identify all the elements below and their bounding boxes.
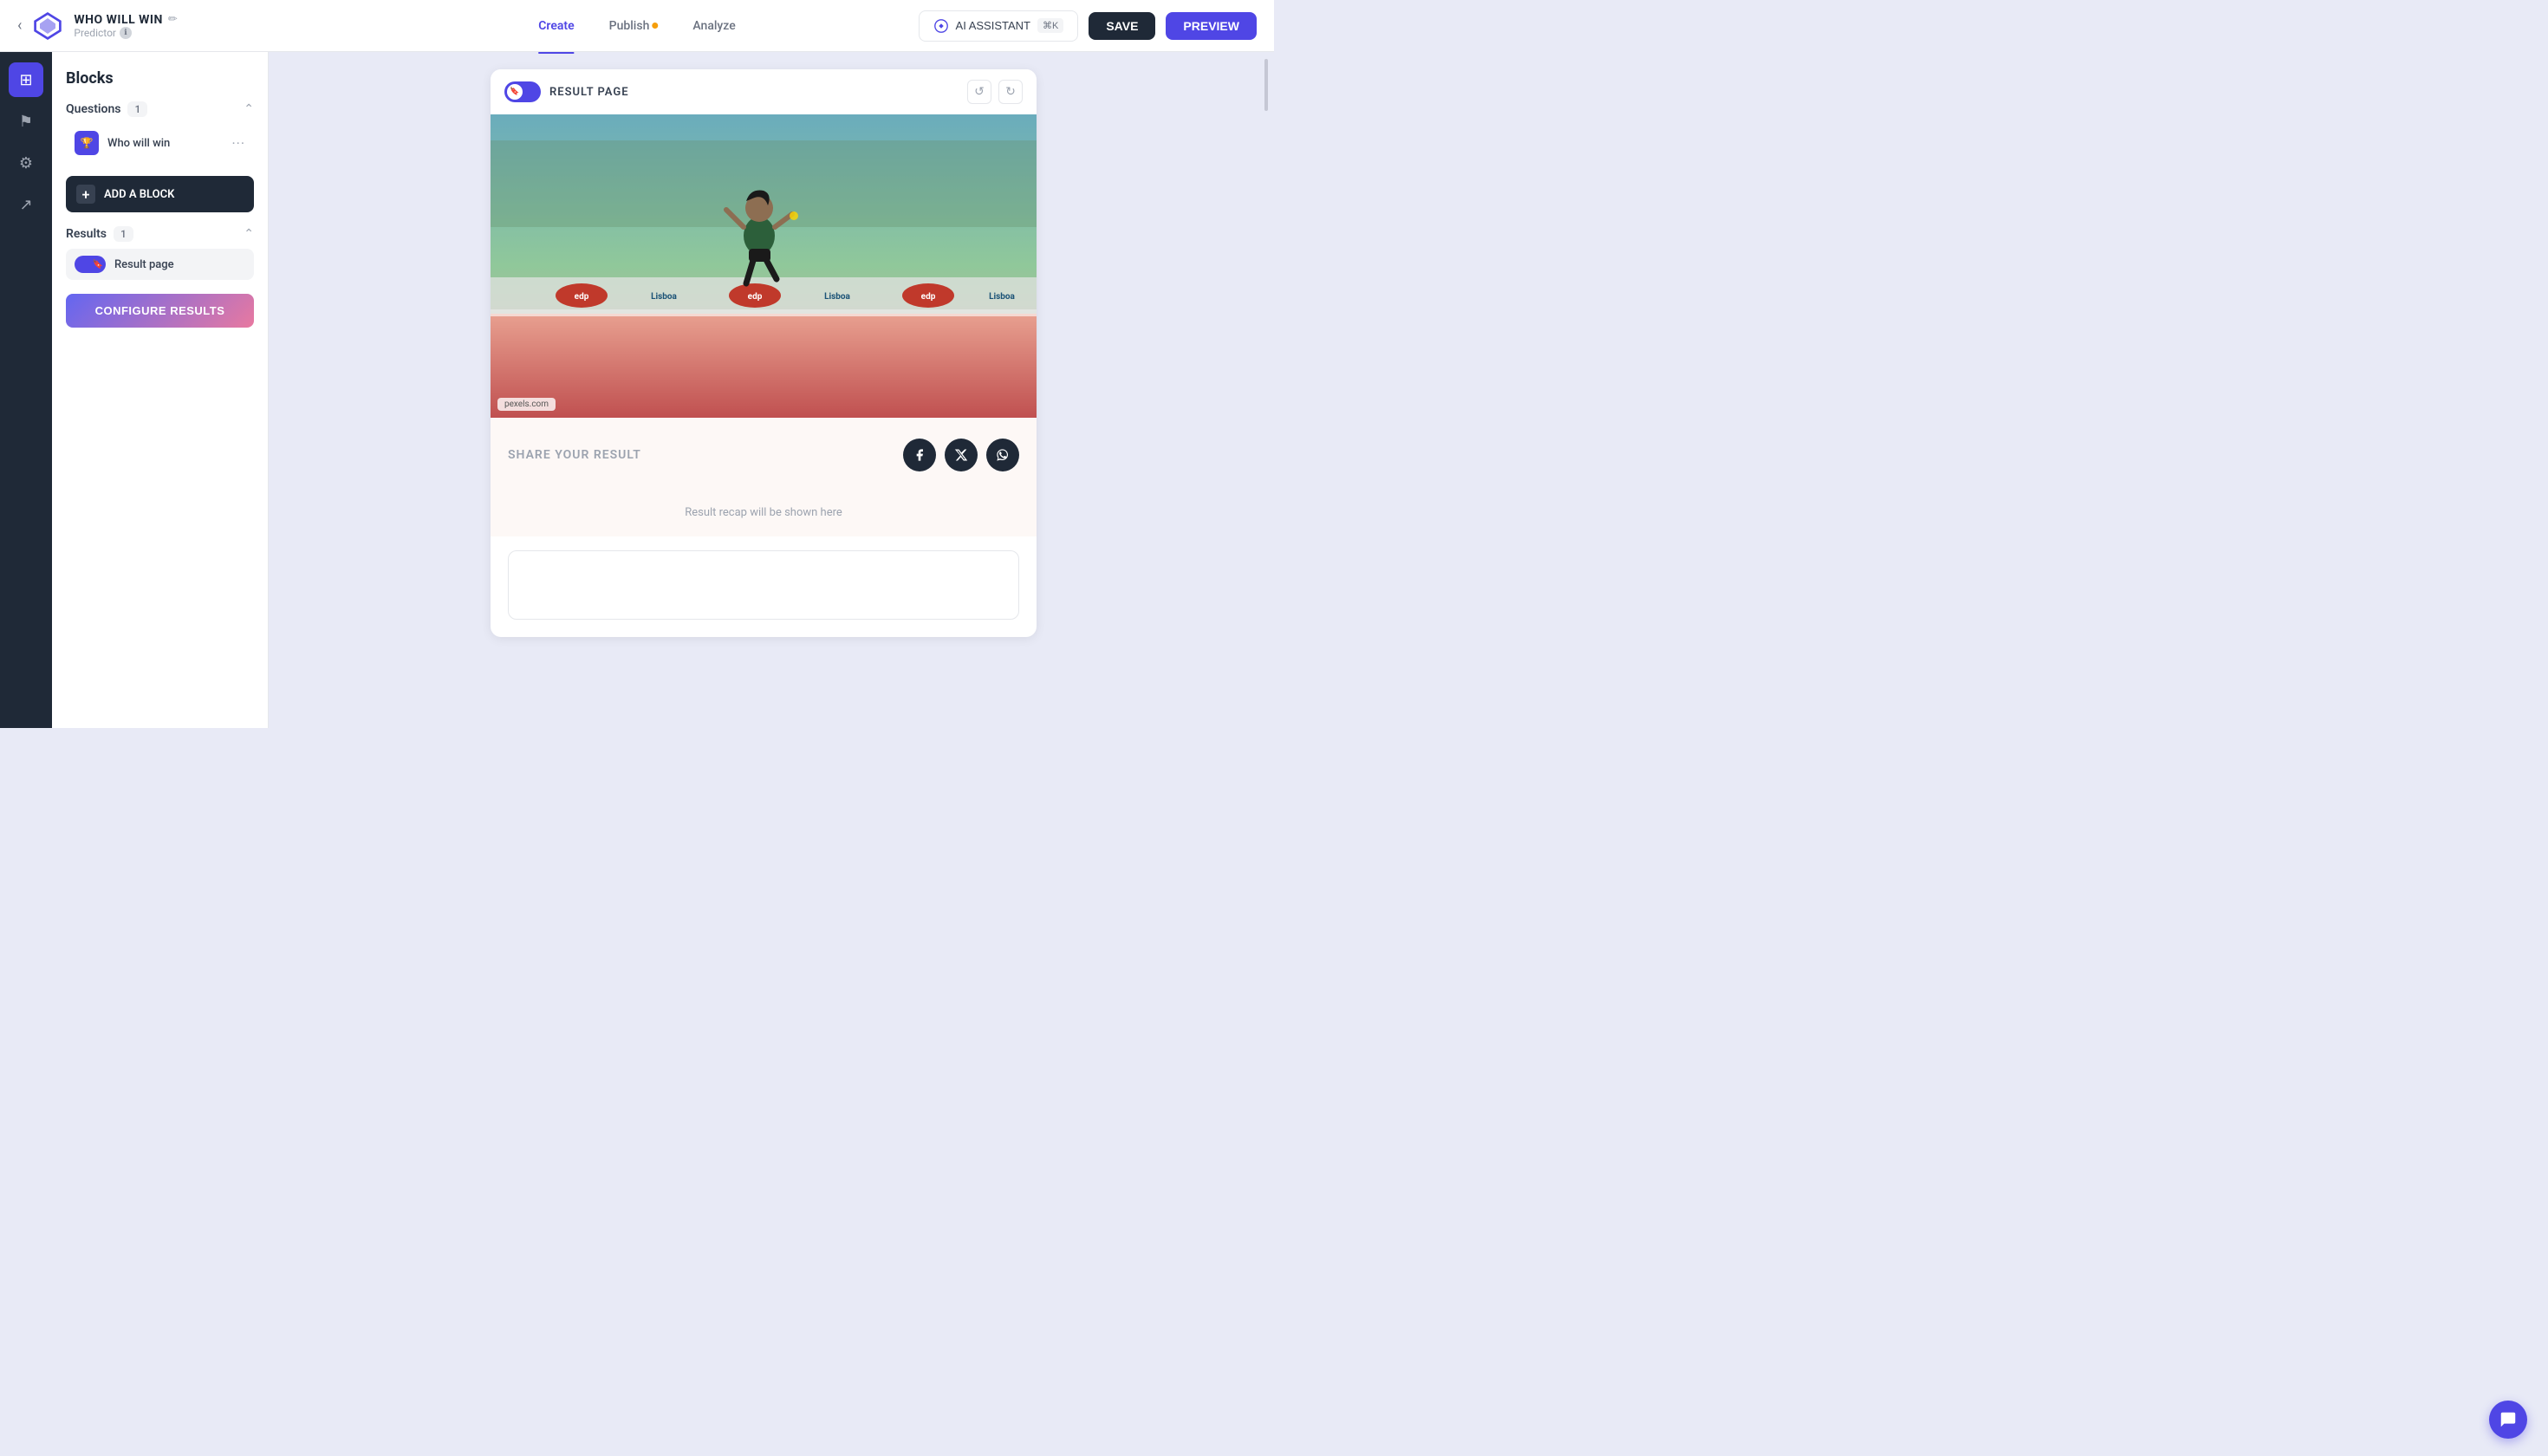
question-trophy-icon: 🏆 [75,131,99,155]
redo-button[interactable]: ↻ [998,80,1023,104]
panel-title: Blocks [66,69,254,88]
sidebar-icon-blocks[interactable]: ⊞ [9,62,43,97]
share-icons [903,439,1019,471]
logo-icon [32,10,63,42]
toggle-knob [507,84,523,100]
questions-section-header: Questions 1 ⌃ [66,101,254,117]
header-left: ‹ WHO WILL WIN ✏ Predictor ℹ [17,10,919,42]
preview-button[interactable]: PREVIEW [1166,12,1257,40]
publish-badge [652,23,658,29]
ai-assistant-button[interactable]: AI ASSISTANT ⌘K [919,10,1079,42]
edit-title-icon[interactable]: ✏ [168,13,178,26]
blocks-icon: ⊞ [19,71,32,89]
result-page-toggle[interactable] [504,81,541,102]
ai-assistant-icon [933,18,949,34]
nav-create[interactable]: Create [538,16,574,36]
hero-image: edp Lisboa edp Lisboa edp Lisboa [491,114,1037,418]
facebook-share-button[interactable] [903,439,936,471]
ai-kbd: ⌘K [1037,18,1063,33]
canvas-area: RESULT PAGE ↺ ↻ [269,52,1258,728]
undo-button[interactable]: ↺ [967,80,991,104]
share-section: SHARE YOUR RESULT [491,418,1037,485]
back-button[interactable]: ‹ [17,16,22,35]
right-sidebar [1258,52,1274,728]
questions-section: Questions 1 ⌃ 🏆 Who will win ··· [66,101,254,162]
scrollbar-track[interactable] [1264,59,1268,111]
result-card: RESULT PAGE ↺ ↻ [491,69,1037,637]
questions-collapse-icon[interactable]: ⌃ [244,102,254,116]
sidebar-icon-flag[interactable]: ⚑ [9,104,43,139]
svg-text:edp: edp [575,292,589,302]
pexels-badge: pexels.com [497,398,556,411]
project-subtitle: Predictor ℹ [74,27,177,39]
header-nav: Create Publish Analyze [538,16,735,36]
share-icon: ↗ [19,196,32,214]
configure-results-button[interactable]: CONFIGURE RESULTS [66,294,254,328]
card-actions: ↺ ↻ [967,80,1023,104]
hero-svg: edp Lisboa edp Lisboa edp Lisboa [491,114,1037,418]
results-count: 1 [114,226,133,242]
info-icon[interactable]: ℹ [120,27,132,39]
svg-text:Lisboa: Lisboa [824,292,850,302]
questions-count: 1 [127,101,147,117]
settings-icon: ⚙ [19,154,33,172]
icon-sidebar: ⊞ ⚑ ⚙ ↗ [0,52,52,728]
title-row: WHO WILL WIN ✏ [74,13,177,27]
question-menu-icon[interactable]: ··· [231,135,245,152]
title-group: WHO WILL WIN ✏ Predictor ℹ [74,13,177,39]
project-title: WHO WILL WIN [74,13,162,27]
flag-icon: ⚑ [19,113,33,131]
chat-bubble-button[interactable] [2489,1401,2527,1439]
add-block-icon: + [76,185,95,204]
results-collapse-icon[interactable]: ⌃ [244,227,254,241]
x-twitter-icon [954,448,968,462]
results-section-header: Results 1 ⌃ [66,226,254,242]
nav-analyze[interactable]: Analyze [692,16,735,36]
main-layout: ⊞ ⚑ ⚙ ↗ Blocks Questions 1 ⌃ 🏆 Who wil [0,52,1274,728]
whatsapp-icon [996,448,1010,462]
results-label: Results [66,227,107,241]
header: ‹ WHO WILL WIN ✏ Predictor ℹ Create Publ… [0,0,1274,52]
result-page-label: Result page [114,258,174,271]
result-toggle[interactable]: 🔖 [75,256,106,273]
svg-text:Lisboa: Lisboa [651,292,677,302]
bookmark-icon: 🔖 [93,260,103,270]
question-label: Who will win [107,137,223,150]
sidebar-icon-settings[interactable]: ⚙ [9,146,43,180]
twitter-share-button[interactable] [945,439,978,471]
question-item-who-will-win[interactable]: 🏆 Who will win ··· [66,124,254,162]
sidebar-icon-share[interactable]: ↗ [9,187,43,222]
chat-icon [2499,1410,2518,1429]
back-icon: ‹ [17,16,22,35]
save-button[interactable]: SAVE [1089,12,1155,40]
results-section: Results 1 ⌃ 🔖 Result page [66,226,254,280]
blocks-panel: Blocks Questions 1 ⌃ 🏆 Who will win ··· … [52,52,269,728]
add-block-button[interactable]: + ADD A BLOCK [66,176,254,212]
header-right: AI ASSISTANT ⌘K SAVE PREVIEW [919,10,1257,42]
ai-btn-label: AI ASSISTANT [956,19,1030,32]
facebook-icon [913,448,926,462]
recap-text: Result recap will be shown here [685,506,842,519]
questions-label: Questions [66,102,120,116]
result-recap: Result recap will be shown here [491,485,1037,536]
answer-placeholder-box [508,550,1019,620]
result-page-item[interactable]: 🔖 Result page [66,249,254,280]
whatsapp-share-button[interactable] [986,439,1019,471]
svg-text:Lisboa: Lisboa [989,292,1015,302]
share-label: SHARE YOUR RESULT [508,448,641,462]
result-page-text: RESULT PAGE [549,86,629,99]
nav-publish[interactable]: Publish [609,16,659,36]
svg-text:edp: edp [748,292,763,302]
svg-text:edp: edp [921,292,936,302]
add-block-label: ADD A BLOCK [104,188,174,201]
result-card-header: RESULT PAGE ↺ ↻ [491,69,1037,114]
result-page-label-area: RESULT PAGE [504,81,629,102]
